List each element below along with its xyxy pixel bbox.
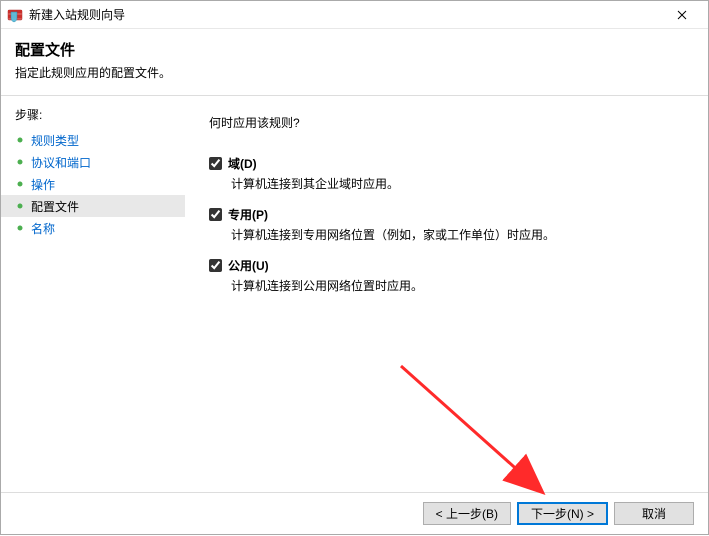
page-subtitle: 指定此规则应用的配置文件。 bbox=[15, 64, 694, 81]
label-domain[interactable]: 域(D) bbox=[228, 155, 257, 172]
wizard-body: 步骤: 规则类型 协议和端口 操作 bbox=[1, 95, 708, 492]
option-public: 公用(U) 计算机连接到公用网络位置时应用。 bbox=[209, 257, 684, 294]
wizard-footer: < 上一步(B) 下一步(N) > 取消 bbox=[1, 492, 708, 534]
question-text: 何时应用该规则? bbox=[209, 114, 684, 131]
step-label: 操作 bbox=[31, 176, 55, 193]
content-panel: 何时应用该规则? 域(D) 计算机连接到其企业域时应用。 专用(P) 计算机连接… bbox=[185, 96, 708, 492]
wizard-window: 新建入站规则向导 配置文件 指定此规则应用的配置文件。 步骤: 规则类型 协议和… bbox=[0, 0, 709, 535]
cancel-button[interactable]: 取消 bbox=[614, 502, 694, 525]
desc-private: 计算机连接到专用网络位置（例如，家或工作单位）时应用。 bbox=[231, 226, 684, 243]
step-action[interactable]: 操作 bbox=[1, 173, 185, 195]
titlebar: 新建入站规则向导 bbox=[1, 1, 708, 29]
option-private: 专用(P) 计算机连接到专用网络位置（例如，家或工作单位）时应用。 bbox=[209, 206, 684, 243]
page-title: 配置文件 bbox=[15, 39, 694, 60]
next-button[interactable]: 下一步(N) > bbox=[517, 502, 608, 525]
label-private[interactable]: 专用(P) bbox=[228, 206, 268, 223]
checkbox-private[interactable] bbox=[209, 208, 222, 221]
desc-domain: 计算机连接到其企业域时应用。 bbox=[231, 175, 684, 192]
bullet-icon bbox=[15, 223, 25, 233]
window-title: 新建入站规则向导 bbox=[29, 6, 662, 23]
step-rule-type[interactable]: 规则类型 bbox=[1, 129, 185, 151]
step-label: 名称 bbox=[31, 220, 55, 237]
step-label: 协议和端口 bbox=[31, 154, 91, 171]
wizard-header: 配置文件 指定此规则应用的配置文件。 bbox=[1, 29, 708, 95]
step-label: 规则类型 bbox=[31, 132, 79, 149]
firewall-icon bbox=[7, 7, 23, 23]
step-name[interactable]: 名称 bbox=[1, 217, 185, 239]
steps-label: 步骤: bbox=[1, 104, 185, 129]
bullet-icon bbox=[15, 135, 25, 145]
step-profile[interactable]: 配置文件 bbox=[1, 195, 185, 217]
checkbox-domain[interactable] bbox=[209, 157, 222, 170]
bullet-icon bbox=[15, 179, 25, 189]
bullet-icon bbox=[15, 201, 25, 211]
checkbox-public[interactable] bbox=[209, 259, 222, 272]
close-button[interactable] bbox=[662, 2, 702, 28]
steps-sidebar: 步骤: 规则类型 协议和端口 操作 bbox=[1, 96, 185, 492]
desc-public: 计算机连接到公用网络位置时应用。 bbox=[231, 277, 684, 294]
label-public[interactable]: 公用(U) bbox=[228, 257, 269, 274]
step-protocol-ports[interactable]: 协议和端口 bbox=[1, 151, 185, 173]
option-domain: 域(D) 计算机连接到其企业域时应用。 bbox=[209, 155, 684, 192]
bullet-icon bbox=[15, 157, 25, 167]
back-button[interactable]: < 上一步(B) bbox=[423, 502, 511, 525]
step-label: 配置文件 bbox=[31, 198, 79, 215]
